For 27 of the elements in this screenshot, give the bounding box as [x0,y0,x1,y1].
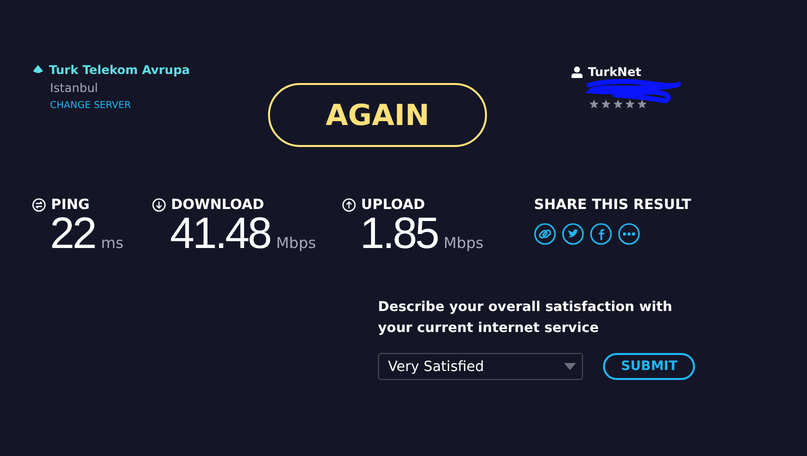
server-city: Istanbul [50,81,100,95]
ping-icon [32,198,46,212]
link-icon[interactable] [534,223,556,245]
dropdown-caret-icon [564,363,576,370]
server-name: Turk Telekom Avrupa [49,63,190,77]
satisfaction-dropdown[interactable]: Very Satisfied [378,353,583,380]
share-title: SHARE THIS RESULT [534,197,692,213]
star-icon [589,99,599,109]
star-icon [625,99,635,109]
star-icon [601,99,611,109]
submit-button[interactable]: SUBMIT [603,353,696,380]
metric-unit: ms [100,234,124,252]
letter-f-icon[interactable] [590,223,612,245]
bird-icon[interactable] [562,223,584,245]
user-icon [571,66,583,78]
metric-unit: Mbps [444,234,484,252]
server-icon [32,64,44,76]
metric-unit: Mbps [276,234,316,252]
upload-icon [342,198,356,212]
provider-name: TurkNet [588,65,642,79]
change-server-link[interactable]: CHANGE SERVER [50,100,268,111]
star-icon [637,99,647,109]
star-icon [613,99,623,109]
download-icon [152,198,166,212]
survey-question: Describe your overall satisfaction with your current internet service [378,298,674,338]
again-button[interactable]: AGAIN [268,83,487,147]
more-icon[interactable] [618,223,640,245]
